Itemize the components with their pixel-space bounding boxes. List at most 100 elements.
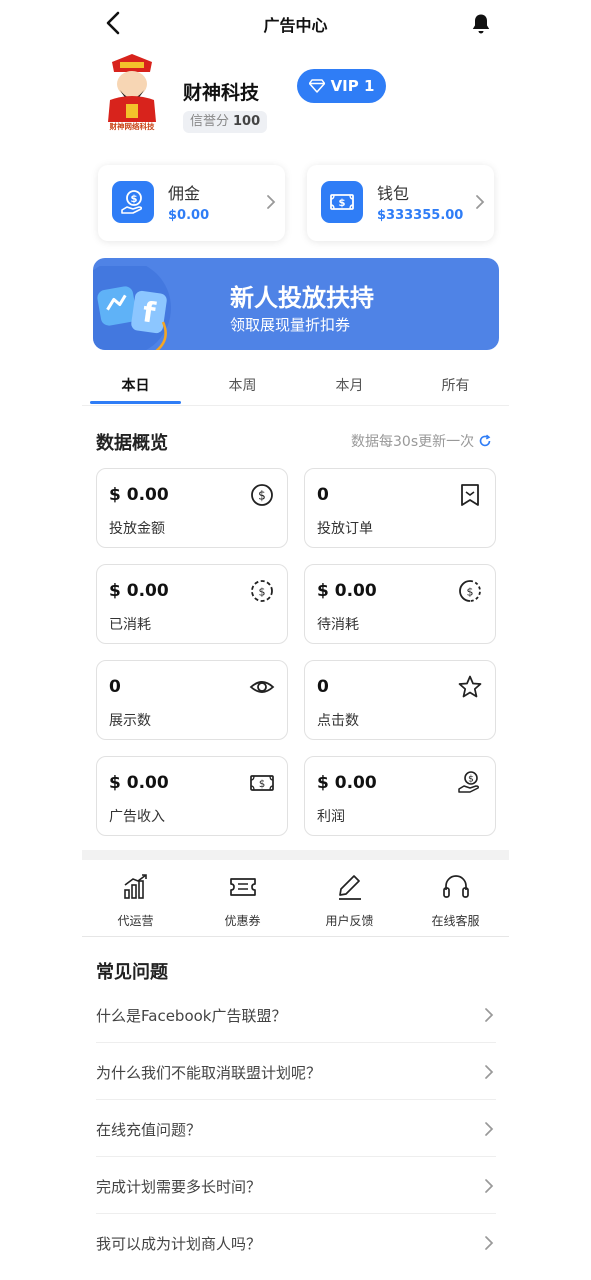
svg-text:$: $ (258, 489, 266, 503)
company-name: 财神科技 (183, 82, 260, 104)
tab-all[interactable]: 所有 (402, 375, 509, 395)
faq-question: 完成计划需要多长时间？ (96, 1178, 262, 1196)
faq-item[interactable]: 在线充值问题？ (96, 1101, 496, 1157)
banner-subheading: 领取展现量折扣券 (230, 316, 351, 334)
headset-icon (442, 875, 469, 898)
company-logo: 财神网络科技 (94, 52, 170, 132)
chevron-right-icon (267, 195, 276, 209)
chevron-right-icon (485, 1065, 494, 1079)
svg-text:$: $ (131, 194, 138, 205)
tab-month[interactable]: 本月 (296, 375, 403, 395)
credit-label: 信誉分 (190, 114, 230, 129)
banner-heading: 新人投放扶持 (230, 284, 374, 312)
wallet-label: 钱包 (377, 184, 410, 203)
credit-score-badge: 信誉分 100 (183, 111, 268, 133)
stat-value: $ 0.00 (317, 581, 377, 601)
stat-label: 利润 (317, 809, 345, 825)
tool-online-support[interactable]: 在线客服 (402, 872, 509, 929)
dollar-half-dashed-icon: $ (459, 580, 481, 602)
stat-value: 0 (109, 677, 121, 697)
faq-item[interactable]: 什么是Facebook广告联盟？ (96, 987, 496, 1043)
stat-value: $ 0.00 (109, 485, 169, 505)
stat-card-consumed: $ 0.00 已消耗 $ (96, 564, 288, 644)
svg-text:$: $ (467, 586, 474, 599)
banknote-icon: $ (321, 181, 363, 223)
chevron-right-icon (485, 1236, 494, 1250)
stat-value: $ 0.00 (109, 773, 169, 793)
bookmark-icon (461, 484, 479, 506)
tab-today[interactable]: 本日 (82, 375, 189, 395)
commission-value: $0.00 (168, 208, 210, 223)
page-title: 广告中心 (263, 16, 328, 35)
dollar-dashed-icon: $ (251, 580, 273, 602)
section-divider (82, 936, 509, 937)
stat-label: 广告收入 (109, 809, 165, 825)
bell-icon[interactable] (469, 12, 493, 36)
refresh-icon[interactable] (478, 434, 492, 448)
stat-label: 展示数 (109, 713, 151, 729)
stat-value: $ 0.00 (317, 773, 377, 793)
svg-text:$: $ (339, 198, 346, 209)
tool-managed-operation[interactable]: 代运营 (82, 872, 189, 929)
commission-label: 佣金 (168, 184, 201, 203)
stat-card-orders: 0 投放订单 (304, 468, 496, 548)
tab-divider (82, 405, 509, 406)
faq-question: 我可以成为计划商人吗？ (96, 1235, 262, 1253)
credit-value: 100 (233, 114, 261, 129)
chevron-right-icon (476, 195, 485, 209)
eye-icon (249, 681, 275, 693)
tool-label: 代运营 (117, 914, 154, 928)
vip-label: VIP 1 (330, 77, 375, 95)
stat-card-impressions: 0 展示数 (96, 660, 288, 740)
stat-card-ad-spend: $ 0.00 投放金额 $ (96, 468, 288, 548)
stat-label: 投放订单 (317, 521, 373, 537)
promo-banner[interactable]: f 新人投放扶持 领取展现量折扣券 (93, 258, 499, 350)
wallet-card[interactable]: $ 钱包 $333355.00 (307, 165, 494, 241)
overview-title: 数据概览 (96, 433, 168, 454)
stat-label: 投放金额 (109, 521, 165, 537)
messenger-facebook-icon: f (93, 266, 171, 350)
diamond-icon (308, 79, 325, 93)
chevron-right-icon (485, 1008, 494, 1022)
stat-card-ad-revenue: $ 0.00 广告收入 $ (96, 756, 288, 836)
stat-card-clicks: 0 点击数 (304, 660, 496, 740)
logo-caption: 财神网络科技 (109, 121, 155, 131)
faq-item[interactable]: 完成计划需要多长时间？ (96, 1158, 496, 1214)
faq-item[interactable]: 我可以成为计划商人吗？ (96, 1215, 496, 1271)
tool-label: 在线客服 (431, 914, 480, 928)
tool-label: 用户反馈 (325, 914, 374, 928)
stat-value: 0 (317, 677, 329, 697)
pen-icon (338, 875, 361, 900)
commission-card[interactable]: $ 佣金 $0.00 (98, 165, 285, 241)
star-icon (458, 675, 482, 698)
bar-chart-icon (123, 874, 147, 899)
tab-week[interactable]: 本周 (189, 375, 296, 395)
refresh-note-text: 数据每30s更新一次 (351, 434, 475, 450)
stat-card-pending: $ 0.00 待消耗 $ (304, 564, 496, 644)
tool-label: 优惠券 (224, 914, 261, 928)
hand-dollar-icon: $ (112, 181, 154, 223)
faq-item[interactable]: 为什么我们不能取消联盟计划呢？ (96, 1044, 496, 1100)
stat-label: 待消耗 (317, 617, 359, 633)
hand-dollar-icon: $ (458, 771, 479, 793)
section-separator (82, 850, 509, 860)
wallet-value: $333355.00 (377, 208, 464, 223)
stat-label: 点击数 (317, 713, 359, 729)
stat-value: 0 (317, 485, 329, 505)
stat-value: $ 0.00 (109, 581, 169, 601)
vip-badge[interactable]: VIP 1 (297, 69, 386, 103)
chevron-right-icon (485, 1179, 494, 1193)
chevron-right-icon (485, 1122, 494, 1136)
active-tab-indicator (90, 401, 181, 404)
ad-center-page: 广告中心 财神网络科技 财神科技 信誉分 100 VIP 1 $ 佣金 $0.00 (82, 0, 509, 1280)
svg-text:$: $ (259, 586, 266, 599)
tool-coupons[interactable]: 优惠券 (189, 872, 296, 929)
banknote-icon: $ (250, 775, 274, 791)
refresh-note: 数据每30s更新一次 (351, 431, 492, 451)
stat-card-profit: $ 0.00 利润 $ (304, 756, 496, 836)
svg-text:$: $ (259, 779, 265, 790)
dollar-circle-icon: $ (251, 484, 273, 506)
tool-feedback[interactable]: 用户反馈 (296, 872, 403, 929)
faq-question: 什么是Facebook广告联盟？ (96, 1007, 287, 1025)
ticket-icon (229, 878, 256, 896)
